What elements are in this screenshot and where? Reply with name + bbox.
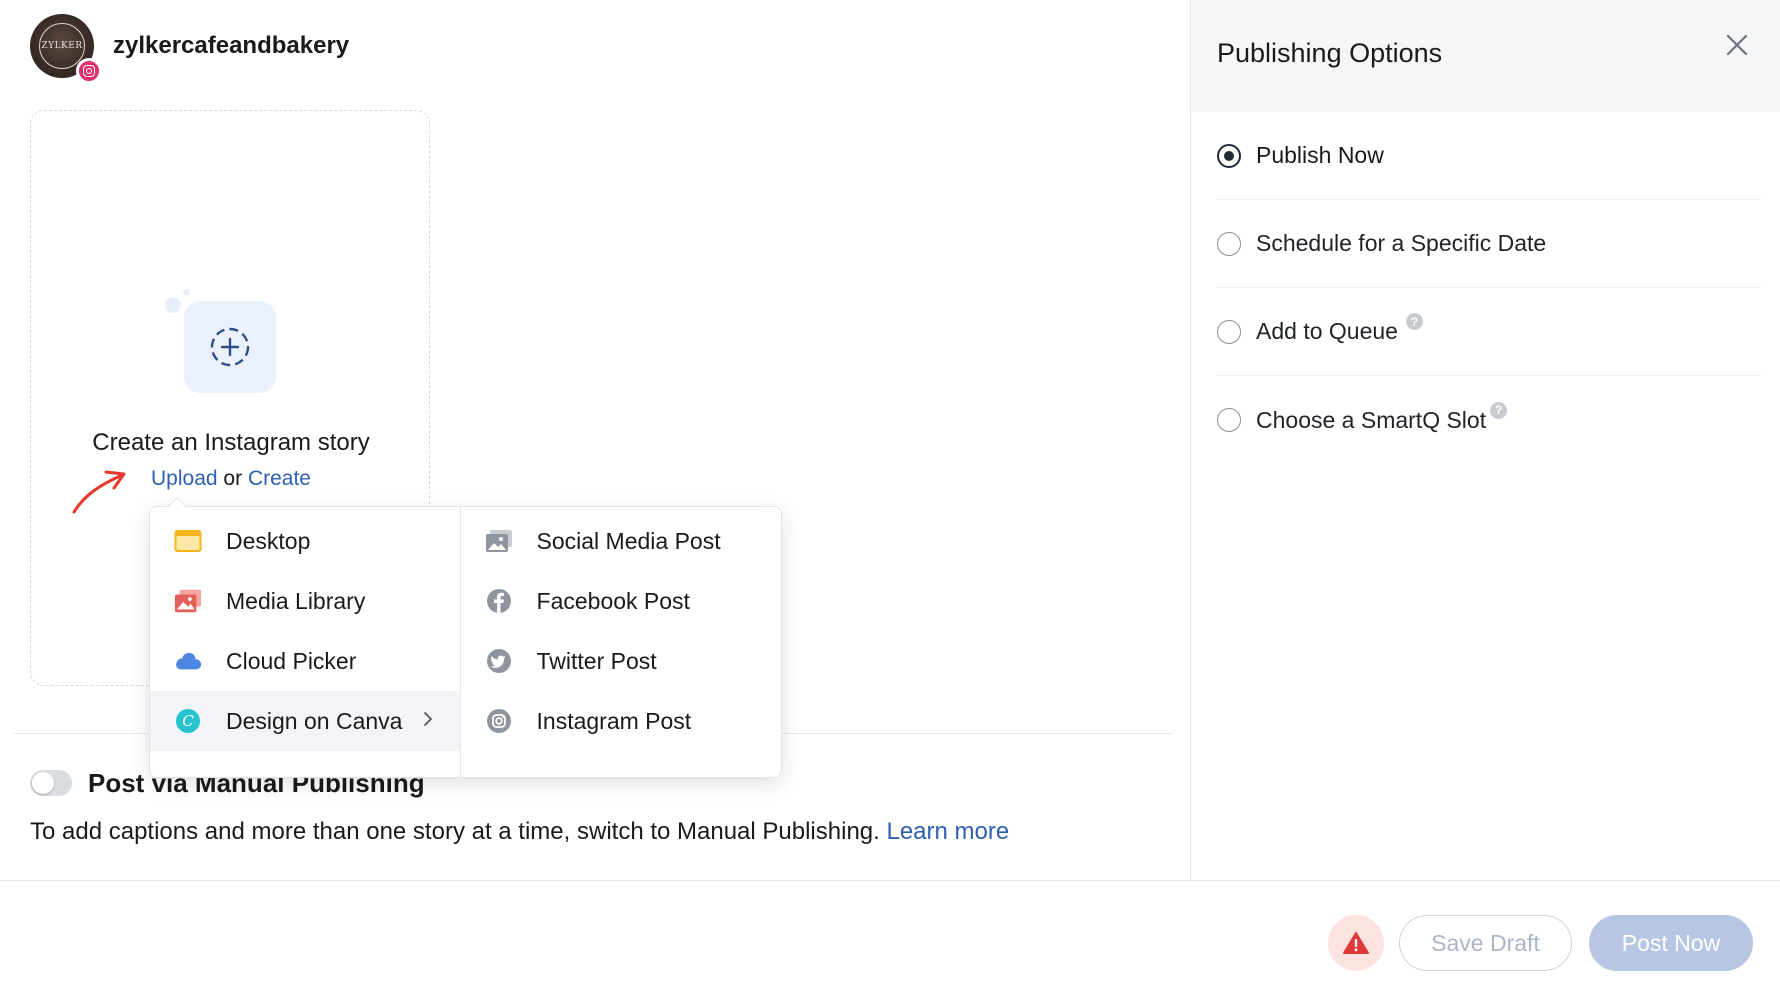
learn-more-link[interactable]: Learn more xyxy=(886,818,1009,845)
menu-item-label: Cloud Picker xyxy=(226,647,357,674)
post-now-button[interactable]: Post Now xyxy=(1589,915,1753,971)
help-icon[interactable]: ? xyxy=(1405,313,1423,330)
option-schedule-specific-date[interactable]: Schedule for a Specific Date xyxy=(1217,200,1761,288)
image-icon xyxy=(485,527,513,555)
story-title: Create an Instagram story xyxy=(92,429,370,456)
radio-selected[interactable] xyxy=(1217,143,1241,168)
warning-button[interactable] xyxy=(1328,915,1384,971)
or-text: or xyxy=(223,467,243,490)
manual-publishing-description: To add captions and more than one story … xyxy=(30,818,1009,846)
canva-template-column: Social Media Post Facebook Post Twitter … xyxy=(461,507,781,777)
option-smartq-slot[interactable]: Choose a SmartQ Slot ? xyxy=(1217,376,1761,464)
menu-item-desktop[interactable]: Desktop xyxy=(150,511,460,571)
chevron-right-icon xyxy=(423,712,432,726)
radio-unselected[interactable] xyxy=(1217,408,1241,432)
close-icon[interactable] xyxy=(1722,30,1752,60)
svg-text:C: C xyxy=(182,712,194,730)
upload-link[interactable]: Upload xyxy=(151,467,218,490)
option-label: Choose a SmartQ Slot xyxy=(1256,406,1487,433)
menu-item-label: Design on Canva xyxy=(226,707,403,734)
instagram-icon xyxy=(485,707,513,735)
menu-item-label: Twitter Post xyxy=(536,647,657,674)
manual-publishing-toggle[interactable] xyxy=(30,770,72,796)
composer-footer: Save Draft Post Now xyxy=(0,880,1780,994)
menu-item-facebook-post[interactable]: Facebook Post xyxy=(461,571,781,631)
save-draft-button[interactable]: Save Draft xyxy=(1399,915,1572,971)
media-library-icon xyxy=(174,587,202,615)
menu-item-social-media-post[interactable]: Social Media Post xyxy=(461,511,781,571)
help-icon[interactable]: ? xyxy=(1490,401,1508,419)
panel-header: Publishing Options xyxy=(1191,0,1780,112)
manual-description-text: To add captions and more than one story … xyxy=(30,818,880,845)
account-header: ZYLKER zylkercafeandbakery xyxy=(30,14,350,84)
cloud-icon xyxy=(174,647,202,675)
menu-item-label: Instagram Post xyxy=(536,707,692,734)
desktop-icon xyxy=(174,527,202,555)
menu-item-instagram-post[interactable]: Instagram Post xyxy=(461,691,781,751)
menu-item-cloud-picker[interactable]: Cloud Picker xyxy=(150,631,460,691)
avatar: ZYLKER xyxy=(30,14,102,84)
menu-item-label: Facebook Post xyxy=(536,587,690,614)
option-label: Schedule for a Specific Date xyxy=(1256,230,1547,256)
option-add-to-queue[interactable]: Add to Queue ? xyxy=(1217,288,1761,376)
menu-item-design-on-canva[interactable]: C Design on Canva xyxy=(150,691,460,751)
twitter-icon xyxy=(485,647,513,675)
avatar-logo-text: ZYLKER xyxy=(41,41,83,51)
warning-icon xyxy=(1343,932,1369,954)
decor-dot xyxy=(183,289,190,296)
create-link[interactable]: Create xyxy=(248,467,311,490)
instagram-icon xyxy=(76,58,102,84)
panel-title: Publishing Options xyxy=(1217,38,1443,68)
upload-source-column: Desktop Media Library Cloud Picker C Des… xyxy=(150,507,461,777)
red-arrow-annotation-icon xyxy=(72,470,126,514)
menu-item-twitter-post[interactable]: Twitter Post xyxy=(461,631,781,691)
composer-main: ZYLKER zylkercafeandbakery Create an Ins… xyxy=(0,0,1190,880)
add-story-tile[interactable] xyxy=(184,301,276,393)
menu-item-label: Media Library xyxy=(226,587,366,614)
facebook-icon xyxy=(485,587,513,615)
account-name: zylkercafeandbakery xyxy=(113,32,350,59)
decor-dot xyxy=(165,297,181,313)
menu-item-label: Desktop xyxy=(226,527,311,554)
option-label: Add to Queue xyxy=(1256,318,1398,344)
upload-source-menu: Desktop Media Library Cloud Picker C Des… xyxy=(149,497,782,778)
menu-item-label: Social Media Post xyxy=(536,527,721,554)
option-label: Publish Now xyxy=(1256,142,1384,168)
radio-unselected[interactable] xyxy=(1217,231,1241,256)
publishing-options-panel: Publishing Options Publish Now Schedule … xyxy=(1190,0,1780,880)
option-publish-now[interactable]: Publish Now xyxy=(1217,112,1761,200)
add-circle-dashed-icon xyxy=(210,327,250,367)
menu-item-media-library[interactable]: Media Library xyxy=(150,571,460,631)
canva-icon: C xyxy=(174,707,202,735)
radio-unselected[interactable] xyxy=(1217,319,1241,344)
